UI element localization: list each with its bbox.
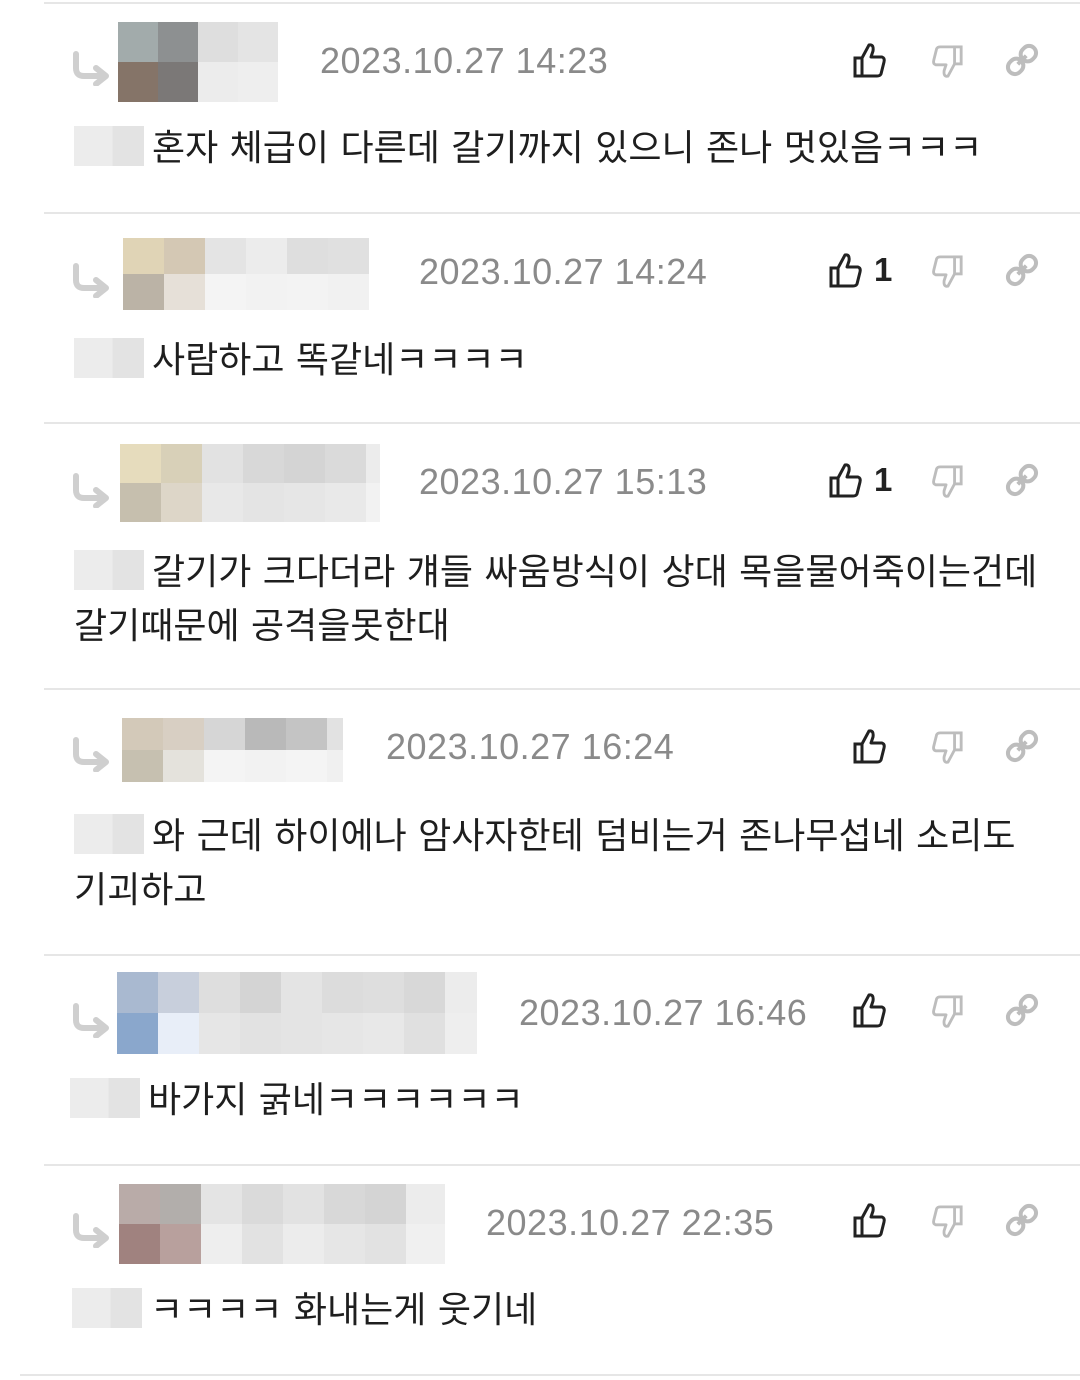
thumbs-down-icon [932, 995, 963, 1028]
like-button[interactable] [852, 1200, 898, 1240]
divider [44, 212, 1080, 214]
user-badge [74, 126, 144, 166]
link-button[interactable] [1004, 460, 1040, 500]
thumbs-up-icon [853, 1203, 886, 1238]
reply-arrow-icon [73, 1213, 109, 1248]
avatar [119, 1184, 445, 1264]
link-icon [1005, 1203, 1039, 1237]
comment-date: 2023.10.27 14:23 [320, 40, 609, 81]
like-button[interactable]: 1 [828, 250, 892, 290]
like-count: 1 [874, 461, 893, 498]
reply-arrow-icon [73, 737, 109, 772]
dislike-button[interactable] [930, 1202, 964, 1242]
dislike-button[interactable] [930, 42, 964, 82]
comment-text: 바가지 굵네ㅋㅋㅋㅋㅋㅋ [70, 1074, 1050, 1128]
like-button[interactable] [852, 990, 898, 1030]
link-button[interactable] [1004, 1200, 1040, 1240]
divider [44, 688, 1080, 690]
dislike-button[interactable] [930, 252, 964, 292]
link-icon [1005, 43, 1039, 77]
divider [44, 422, 1080, 424]
avatar [118, 22, 278, 102]
like-button[interactable]: 1 [828, 460, 892, 500]
thumbs-down-icon [932, 731, 963, 764]
comment-date: 2023.10.27 15:13 [419, 461, 708, 502]
comment-date: 2023.10.27 16:24 [386, 726, 675, 767]
thumbs-down-icon [932, 465, 963, 498]
thumbs-up-icon [853, 43, 886, 78]
comment-text: ㅋㅋㅋㅋ 화내는게 웃기네 [72, 1284, 1052, 1338]
link-button[interactable] [1004, 250, 1040, 290]
user-badge [70, 1078, 140, 1118]
avatar [117, 972, 477, 1054]
comment-date: 2023.10.27 14:24 [419, 251, 708, 292]
like-button[interactable] [852, 726, 898, 766]
thumbs-up-icon [829, 463, 862, 498]
thumbs-down-icon [932, 255, 963, 288]
dislike-button[interactable] [930, 992, 964, 1032]
avatar [123, 238, 369, 310]
user-badge [74, 338, 144, 378]
dislike-button[interactable] [930, 728, 964, 768]
link-button[interactable] [1004, 40, 1040, 80]
avatar [122, 718, 343, 782]
reply-arrow-icon [73, 51, 109, 86]
user-badge [74, 814, 144, 854]
thumbs-down-icon [932, 45, 963, 78]
comment-text: 사람하고 똑같네ㅋㅋㅋㅋ [74, 334, 1054, 388]
thumbs-up-icon [829, 253, 862, 288]
divider [44, 1164, 1080, 1166]
link-button[interactable] [1004, 726, 1040, 766]
link-icon [1005, 253, 1039, 287]
comment-date: 2023.10.27 22:35 [486, 1202, 775, 1243]
comment-list: 2023.10.27 14:23 혼자 체급이 다른데 갈기까지 있으니 존나 … [0, 0, 1080, 1380]
avatar [120, 444, 380, 522]
comment-text: 혼자 체급이 다른데 갈기까지 있으니 존나 멋있음ㅋㅋㅋ [74, 122, 1054, 176]
comment-text: 갈기가 크다더라 걔들 싸움방식이 상대 목을물어죽이는건데 갈기때문에 공격을… [74, 550, 1038, 647]
thumbs-down-icon [932, 1205, 963, 1238]
reply-arrow-icon [73, 473, 109, 508]
reply-arrow-icon [73, 1003, 109, 1038]
user-badge [72, 1288, 142, 1328]
divider [44, 954, 1080, 956]
user-badge [74, 550, 144, 590]
link-icon [1005, 729, 1039, 763]
thumbs-up-icon [853, 993, 886, 1028]
divider [44, 2, 1080, 4]
divider [20, 1374, 1080, 1376]
reply-arrow-icon [73, 263, 109, 298]
link-button[interactable] [1004, 990, 1040, 1030]
link-icon [1005, 463, 1039, 497]
link-icon [1005, 993, 1039, 1027]
like-button[interactable] [852, 40, 898, 80]
dislike-button[interactable] [930, 462, 964, 502]
comment-date: 2023.10.27 16:46 [519, 992, 808, 1033]
like-count: 1 [874, 251, 893, 288]
comment-text: 와 근데 하이에나 암사자한테 덤비는거 존나무섭네 소리도 기괴하고 [74, 814, 1016, 911]
thumbs-up-icon [853, 729, 886, 764]
